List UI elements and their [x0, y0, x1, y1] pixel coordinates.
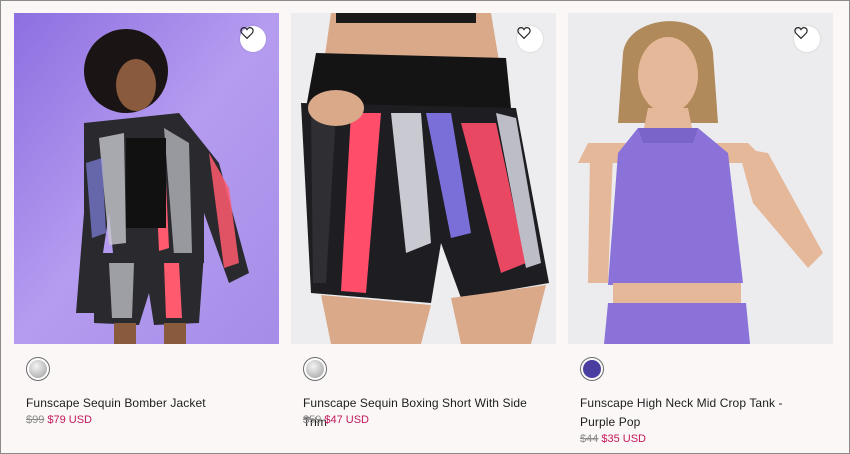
product-photo-bomber-jacket [14, 13, 279, 344]
product-card[interactable]: Funscape High Neck Mid Crop Tank - Purpl… [568, 13, 833, 445]
color-swatch[interactable] [580, 357, 604, 381]
product-name[interactable]: Funscape Sequin Bomber Jacket [26, 394, 266, 413]
heart-outline-icon [794, 27, 808, 39]
swatch-silver [306, 360, 324, 378]
product-name[interactable]: Funscape High Neck Mid Crop Tank - Purpl… [580, 394, 820, 432]
swatch-purple [583, 360, 601, 378]
product-photo-sequin-short [291, 13, 556, 344]
wishlist-button[interactable] [517, 26, 543, 52]
color-swatch[interactable] [26, 357, 50, 381]
original-price: $59 [303, 414, 322, 426]
product-price: $59 $47 USD [303, 413, 369, 427]
swatch-silver [29, 360, 47, 378]
wishlist-button[interactable] [794, 26, 820, 52]
product-card[interactable]: Funscape Sequin Bomber Jacket $99 $79 USD [14, 13, 279, 426]
product-image[interactable] [568, 13, 833, 344]
product-card[interactable]: Funscape Sequin Boxing Short With Side T… [291, 13, 556, 429]
sale-price: $79 USD [47, 414, 92, 426]
wishlist-button[interactable] [240, 26, 266, 52]
color-swatches [26, 357, 50, 381]
sale-price: $35 USD [601, 433, 646, 445]
product-image[interactable] [291, 13, 556, 344]
original-price: $44 [580, 433, 599, 445]
color-swatches [580, 357, 604, 381]
heart-outline-icon [240, 27, 254, 39]
color-swatches [303, 357, 327, 381]
heart-outline-icon [517, 27, 531, 39]
product-price: $99 $79 USD [26, 413, 92, 427]
color-swatch[interactable] [303, 357, 327, 381]
sale-price: $47 USD [324, 414, 369, 426]
product-grid: Funscape Sequin Bomber Jacket $99 $79 USD [0, 0, 850, 454]
product-price: $44 $35 USD [580, 432, 646, 446]
product-photo-crop-tank [568, 13, 833, 344]
product-image[interactable] [14, 13, 279, 344]
original-price: $99 [26, 414, 45, 426]
